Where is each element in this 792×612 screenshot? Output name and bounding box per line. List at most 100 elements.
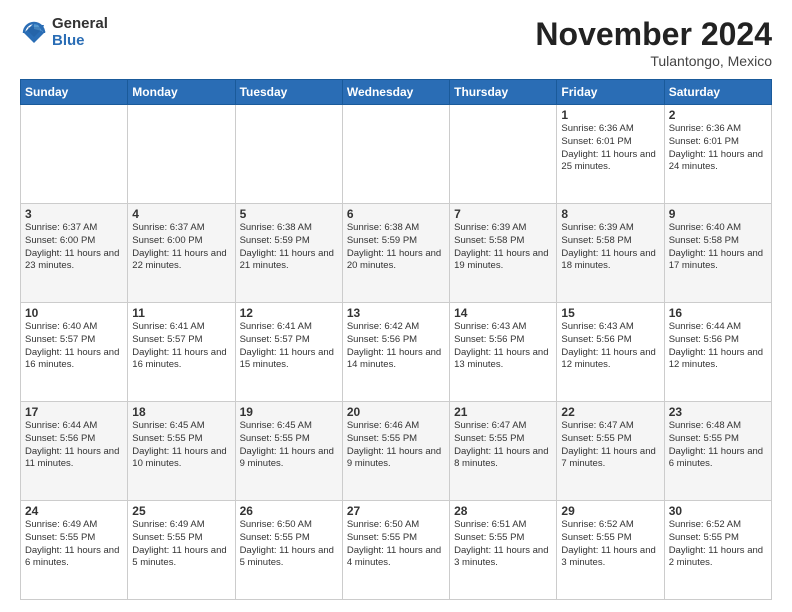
day-number: 30 <box>669 504 767 518</box>
week-row-1: 3Sunrise: 6:37 AM Sunset: 6:00 PM Daylig… <box>21 204 772 303</box>
day-info: Sunrise: 6:40 AM Sunset: 5:58 PM Dayligh… <box>669 222 767 273</box>
day-number: 12 <box>240 306 338 320</box>
logo-blue: Blue <box>52 33 108 50</box>
day-number: 14 <box>454 306 552 320</box>
day-info: Sunrise: 6:40 AM Sunset: 5:57 PM Dayligh… <box>25 321 123 372</box>
day-number: 19 <box>240 405 338 419</box>
calendar: SundayMondayTuesdayWednesdayThursdayFrid… <box>20 79 772 600</box>
day-cell: 12Sunrise: 6:41 AM Sunset: 5:57 PM Dayli… <box>235 303 342 402</box>
day-info: Sunrise: 6:49 AM Sunset: 5:55 PM Dayligh… <box>25 519 123 570</box>
day-info: Sunrise: 6:47 AM Sunset: 5:55 PM Dayligh… <box>561 420 659 471</box>
day-number: 10 <box>25 306 123 320</box>
week-row-0: 1Sunrise: 6:36 AM Sunset: 6:01 PM Daylig… <box>21 105 772 204</box>
day-cell: 8Sunrise: 6:39 AM Sunset: 5:58 PM Daylig… <box>557 204 664 303</box>
day-number: 26 <box>240 504 338 518</box>
day-info: Sunrise: 6:45 AM Sunset: 5:55 PM Dayligh… <box>132 420 230 471</box>
main-title: November 2024 <box>535 16 772 53</box>
day-number: 15 <box>561 306 659 320</box>
calendar-header-row: SundayMondayTuesdayWednesdayThursdayFrid… <box>21 80 772 105</box>
day-cell: 1Sunrise: 6:36 AM Sunset: 6:01 PM Daylig… <box>557 105 664 204</box>
day-info: Sunrise: 6:51 AM Sunset: 5:55 PM Dayligh… <box>454 519 552 570</box>
day-info: Sunrise: 6:52 AM Sunset: 5:55 PM Dayligh… <box>561 519 659 570</box>
day-number: 27 <box>347 504 445 518</box>
logo-text: General Blue <box>52 16 108 49</box>
logo-icon <box>20 19 48 47</box>
day-info: Sunrise: 6:39 AM Sunset: 5:58 PM Dayligh… <box>561 222 659 273</box>
day-info: Sunrise: 6:44 AM Sunset: 5:56 PM Dayligh… <box>25 420 123 471</box>
header-sunday: Sunday <box>21 80 128 105</box>
day-cell: 24Sunrise: 6:49 AM Sunset: 5:55 PM Dayli… <box>21 501 128 600</box>
day-info: Sunrise: 6:44 AM Sunset: 5:56 PM Dayligh… <box>669 321 767 372</box>
day-info: Sunrise: 6:52 AM Sunset: 5:55 PM Dayligh… <box>669 519 767 570</box>
day-info: Sunrise: 6:37 AM Sunset: 6:00 PM Dayligh… <box>25 222 123 273</box>
day-cell: 27Sunrise: 6:50 AM Sunset: 5:55 PM Dayli… <box>342 501 449 600</box>
day-info: Sunrise: 6:50 AM Sunset: 5:55 PM Dayligh… <box>240 519 338 570</box>
day-cell: 23Sunrise: 6:48 AM Sunset: 5:55 PM Dayli… <box>664 402 771 501</box>
day-cell: 20Sunrise: 6:46 AM Sunset: 5:55 PM Dayli… <box>342 402 449 501</box>
day-cell: 10Sunrise: 6:40 AM Sunset: 5:57 PM Dayli… <box>21 303 128 402</box>
day-cell <box>128 105 235 204</box>
day-number: 7 <box>454 207 552 221</box>
day-cell: 17Sunrise: 6:44 AM Sunset: 5:56 PM Dayli… <box>21 402 128 501</box>
header-wednesday: Wednesday <box>342 80 449 105</box>
day-info: Sunrise: 6:39 AM Sunset: 5:58 PM Dayligh… <box>454 222 552 273</box>
day-number: 2 <box>669 108 767 122</box>
page: General Blue November 2024 Tulantongo, M… <box>0 0 792 612</box>
day-number: 25 <box>132 504 230 518</box>
day-number: 20 <box>347 405 445 419</box>
day-info: Sunrise: 6:38 AM Sunset: 5:59 PM Dayligh… <box>347 222 445 273</box>
subtitle: Tulantongo, Mexico <box>535 53 772 69</box>
day-cell: 25Sunrise: 6:49 AM Sunset: 5:55 PM Dayli… <box>128 501 235 600</box>
header-thursday: Thursday <box>450 80 557 105</box>
header-monday: Monday <box>128 80 235 105</box>
day-cell: 16Sunrise: 6:44 AM Sunset: 5:56 PM Dayli… <box>664 303 771 402</box>
day-number: 6 <box>347 207 445 221</box>
logo-general: General <box>52 16 108 33</box>
day-cell <box>21 105 128 204</box>
day-cell: 30Sunrise: 6:52 AM Sunset: 5:55 PM Dayli… <box>664 501 771 600</box>
day-cell: 15Sunrise: 6:43 AM Sunset: 5:56 PM Dayli… <box>557 303 664 402</box>
day-number: 1 <box>561 108 659 122</box>
day-number: 23 <box>669 405 767 419</box>
day-cell: 11Sunrise: 6:41 AM Sunset: 5:57 PM Dayli… <box>128 303 235 402</box>
day-number: 13 <box>347 306 445 320</box>
day-number: 3 <box>25 207 123 221</box>
day-info: Sunrise: 6:36 AM Sunset: 6:01 PM Dayligh… <box>669 123 767 174</box>
logo: General Blue <box>20 16 108 49</box>
header-friday: Friday <box>557 80 664 105</box>
day-info: Sunrise: 6:37 AM Sunset: 6:00 PM Dayligh… <box>132 222 230 273</box>
day-cell: 14Sunrise: 6:43 AM Sunset: 5:56 PM Dayli… <box>450 303 557 402</box>
day-cell <box>450 105 557 204</box>
day-info: Sunrise: 6:46 AM Sunset: 5:55 PM Dayligh… <box>347 420 445 471</box>
day-info: Sunrise: 6:41 AM Sunset: 5:57 PM Dayligh… <box>240 321 338 372</box>
week-row-3: 17Sunrise: 6:44 AM Sunset: 5:56 PM Dayli… <box>21 402 772 501</box>
day-cell: 26Sunrise: 6:50 AM Sunset: 5:55 PM Dayli… <box>235 501 342 600</box>
day-info: Sunrise: 6:36 AM Sunset: 6:01 PM Dayligh… <box>561 123 659 174</box>
day-cell: 29Sunrise: 6:52 AM Sunset: 5:55 PM Dayli… <box>557 501 664 600</box>
day-info: Sunrise: 6:38 AM Sunset: 5:59 PM Dayligh… <box>240 222 338 273</box>
day-cell: 22Sunrise: 6:47 AM Sunset: 5:55 PM Dayli… <box>557 402 664 501</box>
week-row-2: 10Sunrise: 6:40 AM Sunset: 5:57 PM Dayli… <box>21 303 772 402</box>
day-cell: 19Sunrise: 6:45 AM Sunset: 5:55 PM Dayli… <box>235 402 342 501</box>
day-number: 18 <box>132 405 230 419</box>
day-number: 4 <box>132 207 230 221</box>
day-info: Sunrise: 6:43 AM Sunset: 5:56 PM Dayligh… <box>454 321 552 372</box>
day-cell: 2Sunrise: 6:36 AM Sunset: 6:01 PM Daylig… <box>664 105 771 204</box>
day-cell <box>342 105 449 204</box>
day-cell: 9Sunrise: 6:40 AM Sunset: 5:58 PM Daylig… <box>664 204 771 303</box>
day-info: Sunrise: 6:43 AM Sunset: 5:56 PM Dayligh… <box>561 321 659 372</box>
day-cell: 4Sunrise: 6:37 AM Sunset: 6:00 PM Daylig… <box>128 204 235 303</box>
day-number: 28 <box>454 504 552 518</box>
day-cell: 13Sunrise: 6:42 AM Sunset: 5:56 PM Dayli… <box>342 303 449 402</box>
day-info: Sunrise: 6:49 AM Sunset: 5:55 PM Dayligh… <box>132 519 230 570</box>
day-number: 24 <box>25 504 123 518</box>
day-number: 21 <box>454 405 552 419</box>
day-cell: 7Sunrise: 6:39 AM Sunset: 5:58 PM Daylig… <box>450 204 557 303</box>
day-number: 9 <box>669 207 767 221</box>
day-info: Sunrise: 6:41 AM Sunset: 5:57 PM Dayligh… <box>132 321 230 372</box>
day-cell: 3Sunrise: 6:37 AM Sunset: 6:00 PM Daylig… <box>21 204 128 303</box>
day-info: Sunrise: 6:47 AM Sunset: 5:55 PM Dayligh… <box>454 420 552 471</box>
header: General Blue November 2024 Tulantongo, M… <box>20 16 772 69</box>
header-tuesday: Tuesday <box>235 80 342 105</box>
day-number: 8 <box>561 207 659 221</box>
